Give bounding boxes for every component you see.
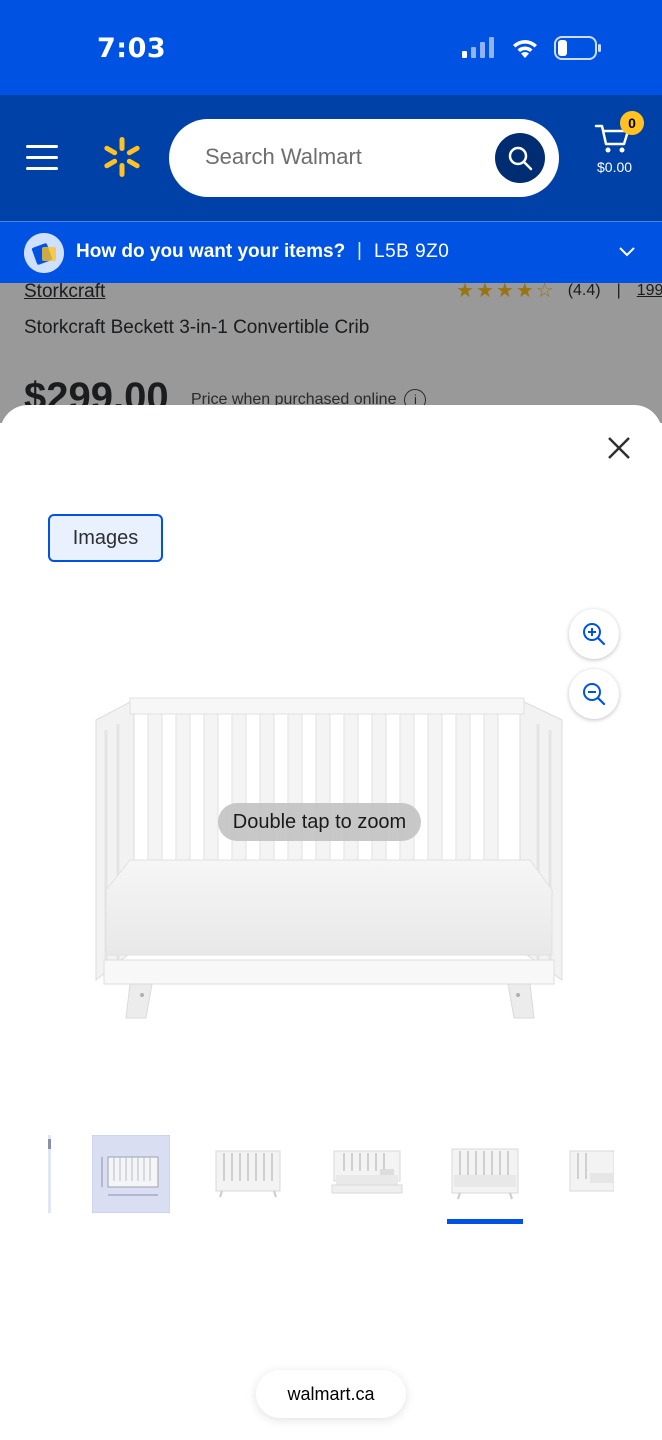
site-header: Search Walmart 0 $0.00 [0, 95, 662, 221]
delivery-question: How do you want your items? [76, 241, 346, 262]
status-time: 7:03 [97, 33, 167, 64]
zoom-in-icon [583, 623, 606, 646]
image-viewer-modal: Images Double tap to zoom walmart.ca [0, 405, 662, 1440]
thumbnail-front[interactable] [212, 1135, 284, 1213]
postal-code: L5B 9Z0 [374, 241, 450, 262]
main-product-image[interactable] [90, 690, 570, 1020]
delivery-icon [24, 233, 64, 273]
status-icons [462, 36, 602, 60]
search-button[interactable] [495, 133, 545, 183]
zoom-hint: Double tap to zoom [218, 803, 421, 841]
status-bar: 7:03 [0, 0, 662, 95]
cart-amount: $0.00 [597, 159, 633, 175]
selected-thumbnail-indicator [447, 1219, 523, 1224]
zoom-out-button[interactable] [569, 669, 619, 719]
cart-button[interactable]: 0 $0.00 [594, 111, 644, 183]
signal-icon [462, 37, 494, 58]
wifi-icon [513, 40, 537, 58]
hamburger-icon[interactable] [26, 145, 58, 170]
close-icon[interactable] [606, 435, 632, 461]
zoom-out-icon [583, 683, 606, 706]
cart-count-badge: 0 [620, 111, 644, 135]
search-input[interactable]: Search Walmart [169, 119, 559, 197]
modal-backdrop[interactable] [0, 283, 662, 423]
spark-logo-icon[interactable] [100, 135, 144, 179]
search-placeholder: Search Walmart [205, 144, 362, 169]
browser-url-pill[interactable]: walmart.ca [256, 1370, 406, 1418]
delivery-separator: | [357, 240, 362, 261]
thumbnail-strip [0, 1135, 662, 1235]
thumbnail-partial[interactable] [46, 1135, 52, 1213]
thumbnail-toddler-bed[interactable] [448, 1135, 522, 1213]
delivery-selector[interactable]: How do you want your items? | L5B 9Z0 [0, 221, 662, 283]
thumbnail-dimensions[interactable] [92, 1135, 170, 1213]
chevron-down-icon[interactable] [618, 246, 636, 258]
zoom-in-button[interactable] [569, 609, 619, 659]
thumbnail-daybed[interactable] [330, 1135, 404, 1213]
battery-icon [554, 36, 601, 60]
tab-images[interactable]: Images [48, 514, 163, 562]
thumbnail-side[interactable] [568, 1135, 614, 1213]
search-icon [508, 146, 533, 171]
